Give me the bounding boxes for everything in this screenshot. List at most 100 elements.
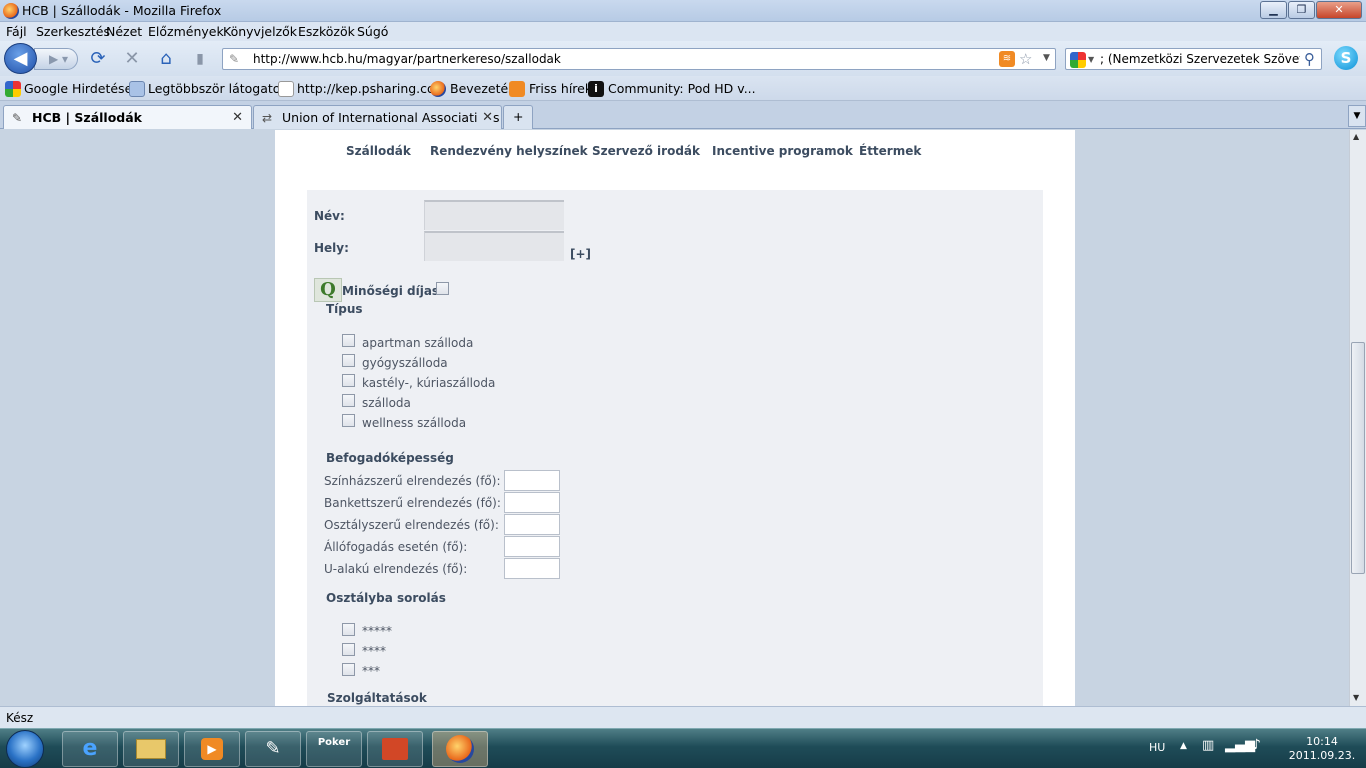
firefox-taskbar-icon[interactable]: [432, 731, 488, 767]
classification-heading: Osztályba sorolás: [326, 591, 446, 605]
menu-bar: Fájl Szerkesztés Nézet Előzmények Könyvj…: [0, 22, 1366, 41]
address-bar[interactable]: ✎ http://www.hcb.hu/magyar/partnerkereso…: [222, 48, 1056, 70]
name-input[interactable]: [424, 200, 564, 230]
close-window-button[interactable]: ✕: [1316, 1, 1362, 19]
capacity-banquet-input[interactable]: [504, 492, 560, 513]
poker-app-icon[interactable]: Poker: [306, 731, 362, 767]
explorer-folder-icon[interactable]: [123, 731, 179, 767]
scroll-up-icon[interactable]: ▲: [1353, 132, 1359, 141]
tab-union-associations[interactable]: ⇄ Union of International Associations | …: [253, 105, 502, 129]
capacity-label: Színházszerű elrendezés (fő):: [324, 474, 501, 488]
stop-icon[interactable]: ✕: [122, 49, 142, 69]
clock[interactable]: 10:14 2011.09.23.: [1282, 735, 1362, 763]
nav-hotels[interactable]: Szállodák: [346, 144, 411, 158]
close-tab-icon[interactable]: ✕: [232, 110, 243, 125]
capacity-u-shape-input[interactable]: [504, 558, 560, 579]
start-button[interactable]: [6, 730, 44, 768]
powerpoint-icon[interactable]: [367, 731, 423, 767]
tab-list-dropdown-icon[interactable]: ▼: [1348, 105, 1366, 127]
menu-history[interactable]: Előzmények: [148, 24, 224, 39]
firefox-icon: [3, 3, 19, 19]
signal-strength-icon[interactable]: ▂▄▆: [1225, 738, 1255, 753]
capacity-label: Bankettszerű elrendezés (fő):: [324, 496, 501, 510]
paint-icon[interactable]: ✎: [245, 731, 301, 767]
search-engine-dropdown-icon[interactable]: ▼: [1088, 55, 1094, 64]
title-bar: HCB | Szállodák - Mozilla Firefox ▁ ❐ ✕: [0, 0, 1366, 22]
back-button[interactable]: ◀: [4, 43, 37, 74]
rss-feed-icon[interactable]: ≋: [999, 51, 1015, 67]
maximize-button[interactable]: ❐: [1288, 1, 1315, 19]
page-viewport: Szállodák Rendezvény helyszínek Szervező…: [0, 130, 1349, 706]
type-label: apartman szálloda: [362, 336, 474, 350]
show-hidden-icons-icon[interactable]: ▲: [1180, 741, 1187, 751]
menu-view[interactable]: Nézet: [106, 24, 142, 39]
menu-help[interactable]: Súgó: [357, 24, 388, 39]
bookmark-bevezetes[interactable]: Bevezetés: [450, 81, 515, 96]
type-checkbox-wellness[interactable]: [342, 414, 355, 427]
menu-bookmarks[interactable]: Könyvjelzők: [223, 24, 297, 39]
quality-award-checkbox[interactable]: [436, 282, 449, 295]
close-tab-icon[interactable]: ✕: [478, 110, 493, 125]
google-icon[interactable]: [1070, 52, 1086, 68]
menu-tools[interactable]: Eszközök: [298, 24, 355, 39]
home-icon[interactable]: ⌂: [156, 49, 176, 69]
type-checkbox-spa[interactable]: [342, 354, 355, 367]
tab-hcb-szallodak[interactable]: ✎ HCB | Szállodák ✕: [3, 105, 252, 129]
nav-incentive-programs[interactable]: Incentive programok: [712, 144, 853, 158]
nav-restaurants[interactable]: Éttermek: [859, 144, 921, 158]
url-text: http://www.hcb.hu/magyar/partnerkereso/s…: [253, 52, 561, 66]
bookmark-community[interactable]: Community: Pod HD v...: [608, 81, 756, 96]
network-icon[interactable]: ▥: [1202, 738, 1214, 753]
firefox-icon: [430, 81, 446, 97]
type-checkbox-apartment[interactable]: [342, 334, 355, 347]
type-checkbox-hotel[interactable]: [342, 394, 355, 407]
media-player-icon[interactable]: ▶: [184, 731, 240, 767]
window-title: HCB | Szállodák - Mozilla Firefox: [22, 3, 222, 18]
rss-feed-icon: [509, 81, 525, 97]
scroll-down-icon[interactable]: ▼: [1353, 693, 1359, 702]
class-checkbox-5star[interactable]: [342, 623, 355, 636]
bookmark-friss-hirek[interactable]: Friss hírek: [529, 81, 592, 96]
skype-icon[interactable]: S: [1334, 46, 1358, 70]
vertical-scrollbar[interactable]: ▲ ▼: [1349, 130, 1366, 706]
class-checkbox-4star[interactable]: [342, 643, 355, 656]
type-label: wellness szálloda: [362, 416, 467, 430]
name-label: Név:: [314, 209, 345, 223]
site-identity-icon[interactable]: ✎: [229, 52, 245, 68]
capacity-theater-input[interactable]: [504, 470, 560, 491]
bookmark-psharing[interactable]: http://kep.psharing.co...: [297, 81, 446, 96]
place-input[interactable]: [424, 231, 564, 261]
search-box[interactable]: ▼ ; (Nemzetközi Szervezetek Szövetsége) …: [1065, 48, 1322, 70]
capacity-reception-input[interactable]: [504, 536, 560, 557]
scrollbar-thumb[interactable]: [1351, 342, 1365, 574]
reload-icon[interactable]: ⟳: [88, 49, 108, 69]
page-content: Szállodák Rendezvény helyszínek Szervező…: [275, 130, 1075, 706]
poker-label: Poker: [317, 737, 351, 748]
bookmark-google-ads[interactable]: Google Hirdetések: [24, 81, 140, 96]
forward-button[interactable]: ▶ ▾: [34, 48, 78, 70]
search-input[interactable]: ; (Nemzetközi Szervezetek Szövetsége): [1100, 52, 1300, 66]
search-icon[interactable]: ⚲: [1304, 50, 1315, 68]
menu-file[interactable]: Fájl: [6, 24, 27, 39]
volume-icon[interactable]: ♪: [1252, 737, 1261, 753]
class-label: *****: [362, 624, 392, 638]
nav-organizer-offices[interactable]: Szervező irodák: [592, 144, 700, 158]
clock-time: 10:14: [1306, 735, 1338, 748]
capacity-classroom-input[interactable]: [504, 514, 560, 535]
place-label: Hely:: [314, 241, 349, 255]
nav-event-venues[interactable]: Rendezvény helyszínek: [430, 144, 588, 158]
new-tab-button[interactable]: +: [503, 105, 533, 129]
bookmark-most-visited[interactable]: Legtöbbször látogatott: [148, 81, 290, 96]
bookmark-star-icon[interactable]: ☆: [1019, 50, 1032, 68]
internet-explorer-icon[interactable]: e: [62, 731, 118, 767]
type-label: kastély-, kúriaszálloda: [362, 376, 496, 390]
language-indicator[interactable]: HU: [1149, 741, 1165, 754]
menu-edit[interactable]: Szerkesztés: [36, 24, 110, 39]
class-checkbox-3star[interactable]: [342, 663, 355, 676]
type-checkbox-castle[interactable]: [342, 374, 355, 387]
url-dropdown-icon[interactable]: ▼: [1043, 53, 1050, 63]
minimize-button[interactable]: ▁: [1260, 1, 1287, 19]
add-place-link[interactable]: [+]: [570, 247, 591, 261]
capacity-label: U-alakú elrendezés (fő):: [324, 562, 468, 576]
clock-date: 2011.09.23.: [1288, 749, 1356, 762]
